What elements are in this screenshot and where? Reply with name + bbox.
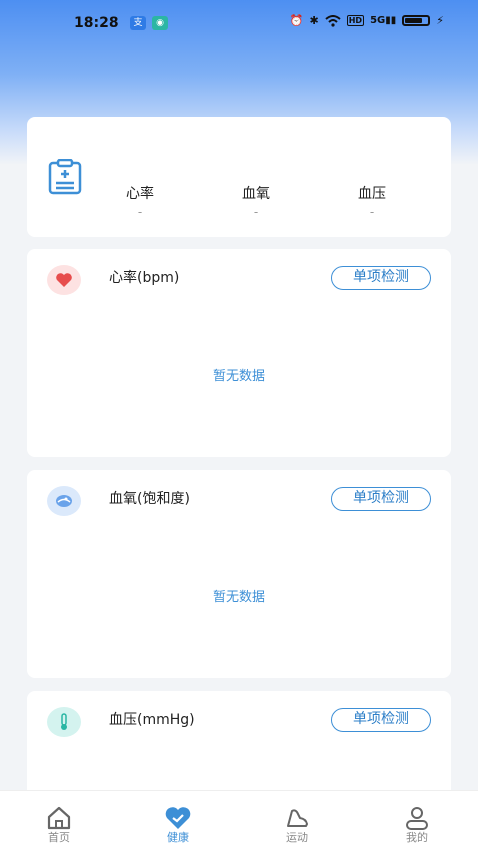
app-badge-icon: ◉ <box>152 16 168 30</box>
status-bar: 18:28 支 ◉ ⏰ ✱ HD 5G▮▮ ⚡ <box>0 0 478 48</box>
alarm-icon: ⏰ <box>289 14 304 27</box>
heart-rate-empty-text: 暂无数据 <box>212 369 265 384</box>
alipay-icon: 支 <box>130 16 146 30</box>
blood-oxygen-card: 血氧(饱和度) 单项检测 暂无数据 <box>27 470 451 678</box>
blood-pressure-check-button[interactable]: 单项检测 <box>331 708 431 732</box>
bottom-tab-bar: 首页 健康 运动 我的 <box>0 790 478 851</box>
health-heart-icon <box>165 807 191 829</box>
blood-oxygen-icon <box>47 486 81 516</box>
summary-value: - <box>369 205 375 219</box>
tab-profile[interactable]: 我的 <box>377 791 457 845</box>
charging-icon: ⚡ <box>436 14 444 27</box>
blood-oxygen-title: 血氧(饱和度) <box>109 491 190 507</box>
status-icons: ⏰ ✱ HD 5G▮▮ ⚡ <box>290 14 444 27</box>
tab-label: 运动 <box>286 831 308 844</box>
heart-icon <box>47 265 81 295</box>
summary-heart-rate: 心率 - <box>110 183 170 219</box>
thermometer-icon <box>47 707 81 737</box>
hd-icon: HD <box>346 15 365 26</box>
wifi-icon <box>325 14 341 27</box>
battery-icon <box>402 15 431 26</box>
tab-exercise[interactable]: 运动 <box>257 791 337 845</box>
summary-label: 心率 <box>126 186 154 202</box>
tab-label: 我的 <box>406 831 428 844</box>
tab-home[interactable]: 首页 <box>19 791 99 845</box>
profile-icon <box>406 807 428 830</box>
summary-blood-pressure: 血压 - <box>342 183 402 219</box>
bluetooth-icon: ✱ <box>309 14 319 27</box>
summary-value: - <box>253 205 259 219</box>
tab-health[interactable]: 健康 <box>138 791 218 845</box>
summary-blood-oxygen: 血氧 - <box>226 183 286 219</box>
heart-rate-card: 心率(bpm) 单项检测 暂无数据 <box>27 249 451 457</box>
summary-label: 血压 <box>358 186 386 202</box>
tab-label: 健康 <box>167 831 189 844</box>
heart-rate-title: 心率(bpm) <box>109 270 180 286</box>
status-time: 18:28 <box>74 15 119 31</box>
5g-signal-icon: 5G▮▮ <box>370 15 397 26</box>
5g-label: 5G <box>370 15 386 26</box>
blood-pressure-title: 血压(mmHg) <box>109 712 195 728</box>
home-icon <box>47 806 71 830</box>
clipboard-icon <box>48 159 82 195</box>
summary-label: 血氧 <box>242 186 270 202</box>
blood-oxygen-empty-text: 暂无数据 <box>212 590 265 605</box>
summary-value: - <box>137 205 143 219</box>
blood-oxygen-check-button[interactable]: 单项检测 <box>331 487 431 511</box>
heart-rate-check-button[interactable]: 单项检测 <box>331 266 431 290</box>
shoe-icon <box>287 809 308 827</box>
tab-label: 首页 <box>48 831 70 844</box>
summary-card: 心率 - 血氧 - 血压 - <box>27 117 451 237</box>
